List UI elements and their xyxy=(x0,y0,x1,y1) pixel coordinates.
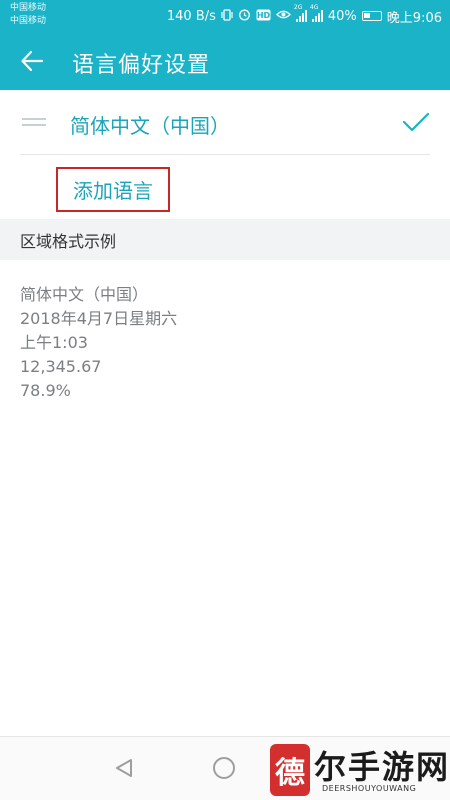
region-section-header: 区域格式示例 xyxy=(0,219,450,260)
hd-icon: HD xyxy=(256,9,271,24)
clock: 晚上9:06 xyxy=(386,10,442,26)
status-bar: 中国移动 中国移动 140 B/s HD 2G 4G 40% 晚上9:06 xyxy=(0,0,450,32)
watermark-logo: 德 xyxy=(270,744,310,796)
alarm-icon xyxy=(238,8,251,24)
signal-icon: 2G xyxy=(294,4,307,22)
watermark-subtext: DEERSHOUYOUWANG xyxy=(322,784,417,793)
battery-icon xyxy=(361,11,382,21)
add-language-button[interactable]: 添加语言 xyxy=(56,167,170,212)
region-examples: 简体中文（中国） 2018年4月7日星期六 上午1:03 12,345.67 7… xyxy=(20,283,177,403)
back-button[interactable] xyxy=(14,43,50,79)
app-bar: 语言偏好设置 xyxy=(0,32,450,90)
watermark-text: 尔手游网 xyxy=(314,748,450,786)
network-badge-1: 2G xyxy=(293,4,303,11)
drag-handle-icon[interactable] xyxy=(22,118,46,130)
example-time: 上午1:03 xyxy=(20,333,88,352)
circle-home-icon[interactable] xyxy=(213,757,235,779)
example-date: 2018年4月7日星期六 xyxy=(20,309,178,328)
check-icon xyxy=(402,108,430,140)
language-name: 简体中文（中国） xyxy=(70,114,230,138)
vibrate-icon xyxy=(221,8,233,24)
page-title: 语言偏好设置 xyxy=(72,53,211,78)
battery-percent: 40% xyxy=(327,8,357,24)
net-speed: 140 B/s xyxy=(166,8,216,24)
arrow-left-icon xyxy=(21,50,44,72)
carrier-1: 中国移动 xyxy=(10,3,47,13)
language-item[interactable]: 简体中文（中国） xyxy=(0,90,450,155)
example-percent: 78.9% xyxy=(20,381,71,400)
status-icons: 140 B/s HD 2G 4G 40% 晚上9:06 xyxy=(167,0,442,32)
watermark: 德 尔手游网 DEERSHOUYOUWANG xyxy=(270,740,450,800)
svg-text:HD: HD xyxy=(257,11,271,20)
triangle-back-icon[interactable] xyxy=(113,757,135,783)
eye-icon xyxy=(275,9,291,23)
example-number: 12,345.67 xyxy=(20,357,102,376)
carrier-2: 中国移动 xyxy=(10,16,47,26)
divider xyxy=(20,154,430,155)
network-badge-2: 4G xyxy=(309,4,319,11)
carrier-labels: 中国移动 中国移动 xyxy=(10,2,46,28)
example-language: 简体中文（中国） xyxy=(20,285,149,304)
signal-icon: 4G xyxy=(310,4,323,22)
